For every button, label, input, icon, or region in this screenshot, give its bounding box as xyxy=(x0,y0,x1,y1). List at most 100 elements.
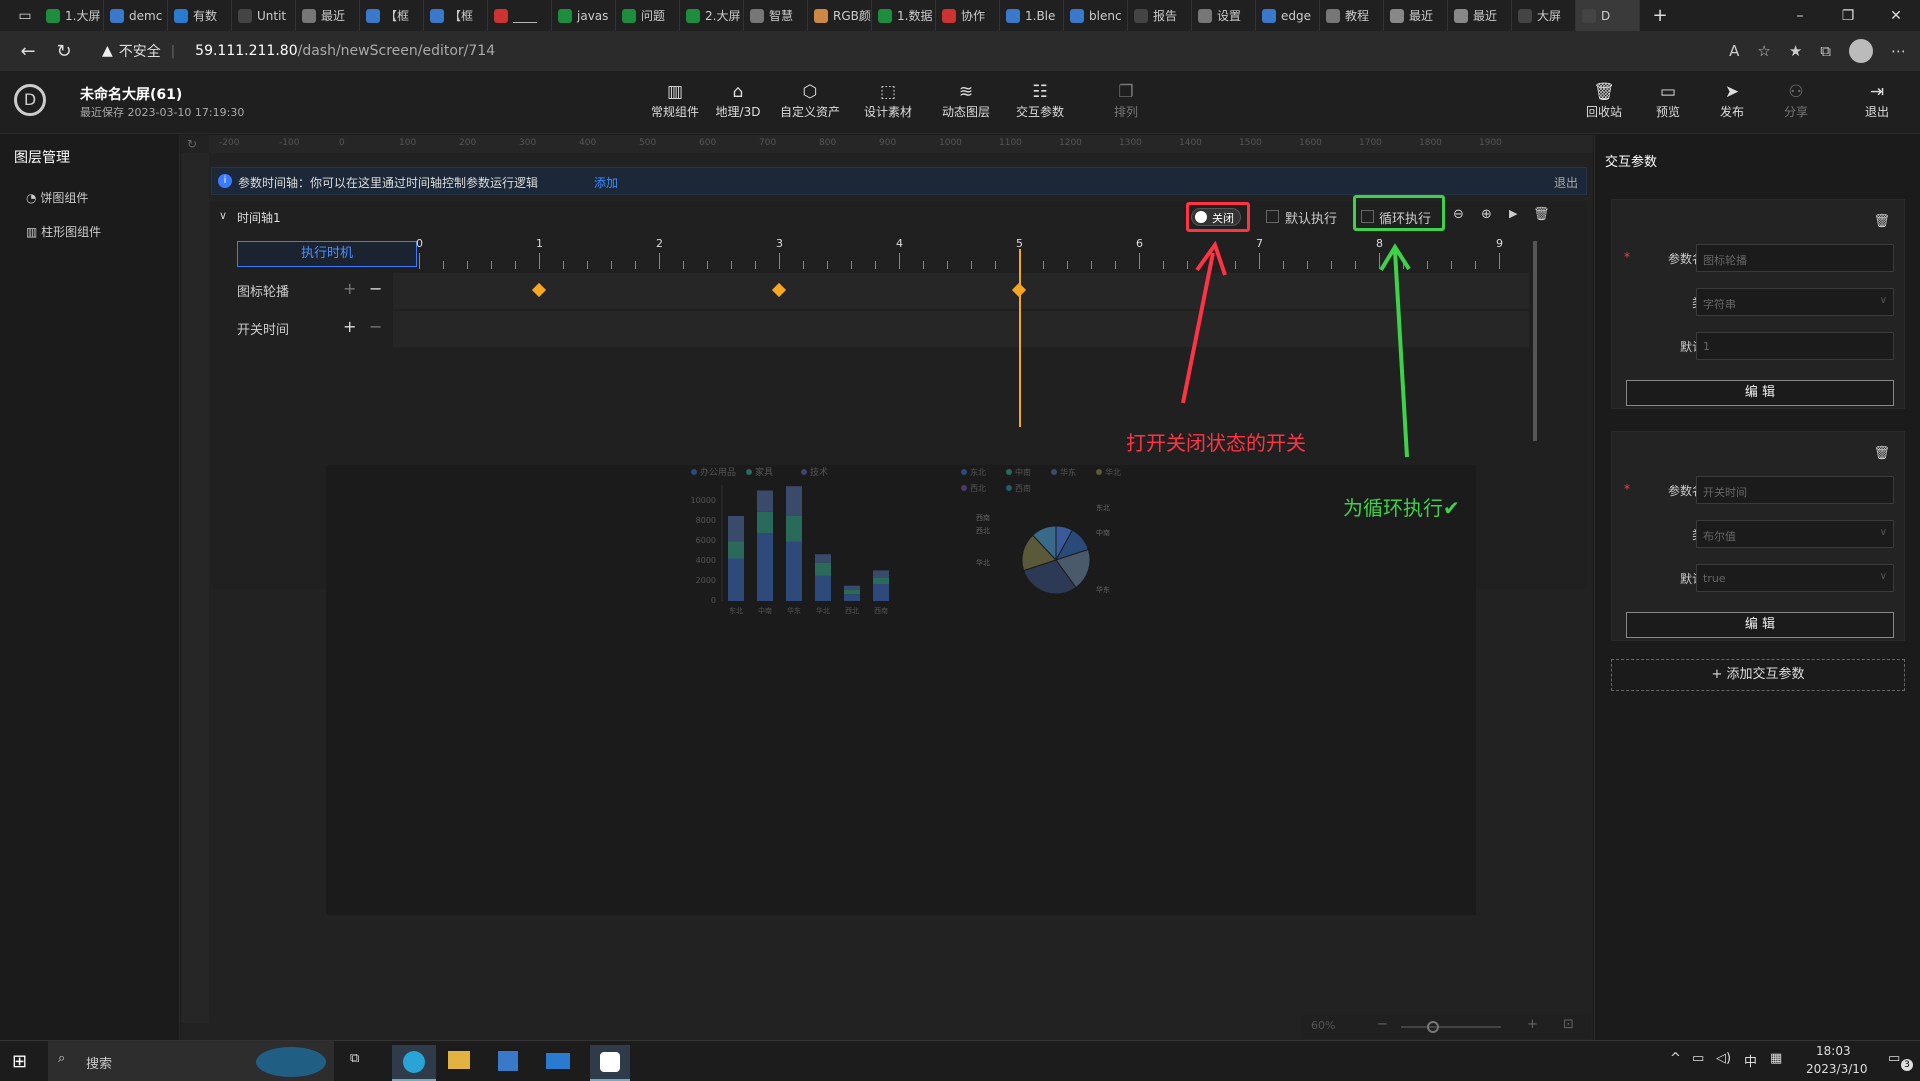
url-field[interactable]: 59.111.211.80/dash/newScreen/editor/714 xyxy=(195,43,495,59)
delete-param-icon[interactable]: 🗑 xyxy=(1873,446,1890,461)
edge-taskbar-icon[interactable] xyxy=(392,1045,436,1081)
bar-segment[interactable] xyxy=(815,554,831,563)
bar-segment[interactable] xyxy=(728,558,744,602)
tool-bar-chart[interactable]: ▥ 常规组件 xyxy=(644,81,706,120)
app-taskbar-icon[interactable] xyxy=(590,1045,630,1081)
param-name-input[interactable]: 开关时间 xyxy=(1696,476,1894,504)
browser-tab[interactable]: blenc xyxy=(1064,0,1128,31)
browser-tab[interactable]: ____ xyxy=(488,0,552,31)
app-logo[interactable]: D xyxy=(14,84,46,116)
bar-segment[interactable] xyxy=(757,533,773,601)
more-icon[interactable]: ⋯ xyxy=(1891,42,1906,60)
zoom-slider[interactable] xyxy=(1401,1026,1501,1028)
browser-tab[interactable]: 报告 xyxy=(1128,0,1192,31)
tool-preview[interactable]: ▭ 预览 xyxy=(1637,81,1699,120)
bar-segment[interactable] xyxy=(873,577,889,584)
zoom-minus-icon[interactable]: − xyxy=(1377,1017,1388,1032)
tool-arrange[interactable]: ❐ 排列 xyxy=(1095,81,1157,120)
add-param-button[interactable]: + 添加交互参数 xyxy=(1611,659,1905,691)
param-default-input[interactable]: true ∨ xyxy=(1696,564,1894,592)
favorites-icon[interactable]: ★ xyxy=(1789,42,1802,60)
task-view-icon[interactable]: ⧉ xyxy=(350,1051,359,1066)
screen-title[interactable]: 未命名大屏(61) xyxy=(80,84,182,104)
param-type-select[interactable]: 字符串 ∨ xyxy=(1696,288,1894,316)
edit-param-button[interactable]: 编 辑 xyxy=(1626,612,1894,638)
tool-sliders[interactable]: ☷ 交互参数 xyxy=(1009,81,1071,120)
new-tab-icon[interactable]: + xyxy=(1640,5,1680,26)
browser-tab[interactable]: 问题 xyxy=(616,0,680,31)
zoom-percent[interactable]: 60% xyxy=(1311,1019,1335,1032)
mail-taskbar-icon[interactable] xyxy=(546,1053,570,1069)
security-label[interactable]: 不安全 xyxy=(119,41,161,61)
bar-segment[interactable] xyxy=(786,541,802,602)
read-aloud-icon[interactable]: A xyxy=(1729,42,1739,60)
tool-publish[interactable]: ➤ 发布 xyxy=(1701,81,1763,120)
layer-item-bar[interactable]: ▥ 柱形图组件 xyxy=(26,223,101,240)
refresh-icon[interactable]: ↻ xyxy=(46,33,82,69)
tab-actions-icon[interactable]: ▭ xyxy=(10,0,40,31)
browser-tab[interactable]: javas xyxy=(552,0,616,31)
back-icon[interactable]: ← xyxy=(10,33,46,69)
collections-icon[interactable]: ⧉ xyxy=(1820,42,1831,60)
browser-tab[interactable]: RGB颜 xyxy=(808,0,872,31)
browser-tab[interactable]: 智慧 xyxy=(744,0,808,31)
browser-tab[interactable]: 大屏 xyxy=(1512,0,1576,31)
bar-segment[interactable] xyxy=(728,541,744,559)
clock-date[interactable]: 2023/3/10 xyxy=(1806,1062,1868,1076)
tool-map-pin[interactable]: ⌂ 地理/3D xyxy=(707,81,769,120)
browser-tab[interactable]: 1.大屏 xyxy=(40,0,104,31)
profile-avatar[interactable] xyxy=(1849,39,1873,63)
fit-screen-icon[interactable]: ⊡ xyxy=(1563,1017,1574,1032)
network-icon[interactable]: ▭ xyxy=(1692,1051,1704,1066)
restore-button[interactable]: ❐ xyxy=(1824,0,1872,31)
notification-icon[interactable]: ▭ xyxy=(1888,1051,1900,1066)
browser-tab[interactable]: 【框 xyxy=(360,0,424,31)
browser-tab[interactable]: edge xyxy=(1256,0,1320,31)
browser-tab[interactable]: Untit xyxy=(232,0,296,31)
browser-tab[interactable]: 【框 xyxy=(424,0,488,31)
browser-tab[interactable]: 1.Ble xyxy=(1000,0,1064,31)
browser-tab[interactable]: 1.数据 xyxy=(872,0,936,31)
tool-share[interactable]: ⚇ 分享 xyxy=(1765,81,1827,120)
bar-segment[interactable] xyxy=(873,570,889,578)
layer-item-pie[interactable]: ◔ 饼图组件 xyxy=(26,189,88,206)
tool-recycle-bin[interactable]: 🗑 回收站 xyxy=(1573,81,1635,120)
taskbar-search[interactable]: ⌕ 搜索 xyxy=(48,1041,334,1081)
zoom-slider-handle[interactable] xyxy=(1427,1021,1439,1033)
browser-tab[interactable]: 有数 xyxy=(168,0,232,31)
bar-segment[interactable] xyxy=(844,589,860,595)
ime-mode-icon[interactable]: ▦ xyxy=(1770,1051,1782,1066)
param-name-input[interactable]: 图标轮播 xyxy=(1696,244,1894,272)
browser-tab[interactable]: 最近 xyxy=(296,0,360,31)
browser-tab[interactable]: 教程 xyxy=(1320,0,1384,31)
browser-tab[interactable]: 最近 xyxy=(1384,0,1448,31)
browser-tab[interactable]: demc xyxy=(104,0,168,31)
ime-indicator[interactable]: 中 xyxy=(1744,1051,1757,1070)
bar-segment[interactable] xyxy=(844,585,860,590)
tool-design-asset[interactable]: ⬚ 设计素材 xyxy=(857,81,919,120)
tool-exit[interactable]: ⇥ 退出 xyxy=(1846,81,1908,120)
close-window-button[interactable]: ✕ xyxy=(1872,0,1920,31)
edit-param-button[interactable]: 编 辑 xyxy=(1626,380,1894,406)
explorer-taskbar-icon[interactable] xyxy=(448,1051,470,1069)
browser-tab[interactable]: 2.大屏 xyxy=(680,0,744,31)
browser-tab[interactable]: 协作 xyxy=(936,0,1000,31)
clock-time[interactable]: 18:03 xyxy=(1816,1044,1851,1058)
tray-expand-icon[interactable]: ^ xyxy=(1670,1051,1681,1066)
param-type-select[interactable]: 布尔值 ∨ xyxy=(1696,520,1894,548)
browser-tab[interactable]: D xyxy=(1576,0,1640,31)
browser-tab[interactable]: 最近 xyxy=(1448,0,1512,31)
bar-segment[interactable] xyxy=(815,562,831,576)
tool-layers[interactable]: ≋ 动态图层 xyxy=(935,81,997,120)
volume-icon[interactable]: ◁) xyxy=(1716,1051,1731,1066)
minimize-button[interactable]: – xyxy=(1776,0,1824,31)
windows-start-icon[interactable]: ⊞ xyxy=(12,1051,27,1072)
browser-tab[interactable]: 设置 xyxy=(1192,0,1256,31)
tool-hexagon[interactable]: ⬡ 自定义资产 xyxy=(779,81,841,120)
bar-segment[interactable] xyxy=(815,575,831,602)
zoom-plus-icon[interactable]: + xyxy=(1527,1017,1538,1032)
param-default-input[interactable]: 1 xyxy=(1696,332,1894,360)
favorite-add-icon[interactable]: ☆ xyxy=(1757,42,1770,60)
bar-segment[interactable] xyxy=(873,584,889,601)
bar-segment[interactable] xyxy=(844,594,860,601)
